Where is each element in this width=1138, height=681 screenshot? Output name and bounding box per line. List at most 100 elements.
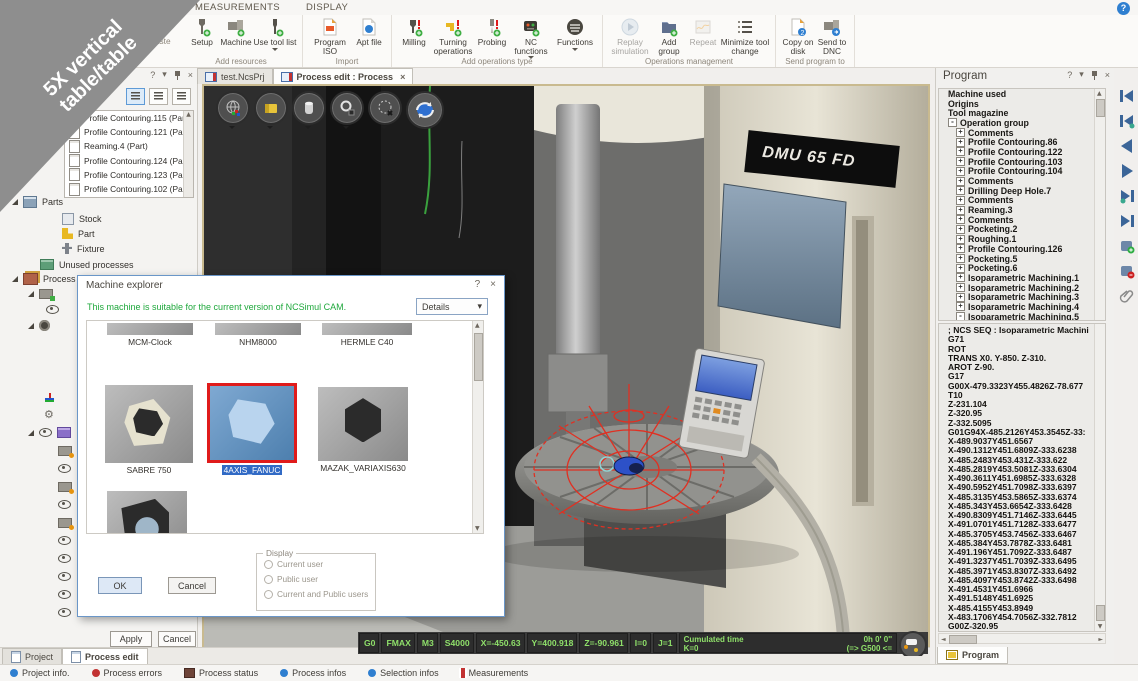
program-tree-item[interactable]: + Comments — [939, 128, 1105, 138]
operations-scrollbar[interactable]: ▲ — [183, 111, 193, 197]
send-to-dnc-button[interactable]: Send to DNC — [815, 16, 849, 55]
expanded-triangle-icon[interactable] — [28, 323, 34, 329]
section-view-button[interactable] — [292, 91, 326, 125]
machine-item[interactable]: MAZAK_VARIAXIS630 — [315, 387, 411, 473]
tab-test-ncsprj[interactable]: test.NcsPrj — [197, 68, 273, 84]
expand-icon[interactable]: + — [956, 186, 965, 195]
expand-icon[interactable]: + — [956, 293, 965, 302]
list-view-compact-button[interactable] — [172, 88, 191, 105]
tree-node-origins[interactable] — [44, 393, 55, 404]
program-tree-item[interactable]: - Isoparametric Machining.5 — [939, 312, 1105, 321]
status-process-errors[interactable]: Process errors — [92, 668, 163, 678]
probing-button[interactable]: Probing — [475, 16, 509, 47]
selection-mode-button[interactable] — [368, 91, 402, 125]
panel-help-icon[interactable]: ? — [150, 70, 155, 80]
machine-grid-scrollbar[interactable]: ▲ ▼ — [472, 321, 483, 533]
use-tool-list-button[interactable]: Use tool list — [253, 16, 297, 51]
zoom-button[interactable] — [330, 91, 364, 125]
tree-leaf[interactable] — [58, 554, 71, 563]
expand-icon[interactable]: + — [956, 244, 965, 253]
radio-current-and-public[interactable]: Current and Public users — [264, 589, 375, 599]
tree-node-visibility[interactable] — [46, 305, 59, 314]
tab-project[interactable]: Project — [2, 648, 62, 664]
milling-button[interactable]: Milling — [397, 16, 431, 47]
expanded-triangle-icon[interactable] — [28, 291, 34, 297]
tree-node-process[interactable]: Process — [12, 273, 76, 285]
tree-leaf[interactable] — [58, 572, 71, 581]
panel-menu-icon[interactable]: ▾ — [1079, 70, 1084, 80]
tree-node-machine[interactable] — [28, 289, 53, 299]
display-mode-button[interactable] — [254, 91, 288, 125]
tab-process-edit-bottom[interactable]: Process edit — [62, 648, 148, 664]
expand-icon[interactable]: + — [956, 215, 965, 224]
expanded-triangle-icon[interactable] — [12, 276, 18, 282]
expand-icon[interactable]: + — [956, 128, 965, 137]
program-tree-item[interactable]: Origins — [939, 99, 1105, 109]
program-iso-button[interactable]: Program ISO — [308, 16, 352, 55]
tree-node-fixture[interactable]: Fixture — [62, 243, 105, 254]
operation-list-item[interactable]: Profile Contouring.124 (Part) — [65, 154, 193, 168]
skip-to-start-icon[interactable] — [1119, 88, 1135, 104]
program-tree-item[interactable]: + Isoparametric Machining.4 — [939, 302, 1105, 312]
expand-icon[interactable]: + — [956, 283, 965, 292]
functions-button[interactable]: Functions — [553, 16, 597, 51]
apply-button[interactable]: Apply — [110, 631, 152, 647]
panel-close-icon[interactable]: × — [1105, 70, 1110, 80]
program-tree-item[interactable]: + Pocketing.6 — [939, 263, 1105, 273]
program-tree-item[interactable]: + Isoparametric Machining.2 — [939, 283, 1105, 293]
skip-to-end-icon[interactable] — [1119, 213, 1135, 229]
panel-close-icon[interactable]: × — [188, 70, 193, 80]
machine-button[interactable]: Machine — [219, 16, 253, 47]
radio-current-user[interactable]: Current user — [264, 559, 375, 569]
dialog-close-icon[interactable]: × — [490, 279, 496, 290]
program-tree-item[interactable]: Tool magazine — [939, 108, 1105, 118]
gcode-horizontal-scrollbar[interactable]: ◄ ► — [938, 633, 1106, 644]
tree-leaf[interactable] — [58, 590, 71, 599]
tab-display[interactable]: DISPLAY — [293, 2, 361, 13]
operation-list-item[interactable]: Profile Contouring.123 (Part) — [65, 168, 193, 182]
tree-node-part[interactable]: Part — [62, 228, 95, 239]
turning-operations-button[interactable]: Turning operations — [431, 16, 475, 55]
program-tree-item[interactable]: + Drilling Deep Hole.7 — [939, 186, 1105, 196]
expand-icon[interactable]: + — [956, 147, 965, 156]
expand-icon[interactable]: + — [956, 254, 965, 263]
panel-help-icon[interactable]: ? — [1067, 70, 1072, 80]
machine-item[interactable]: SABRE 750 — [103, 385, 195, 475]
program-tree-item[interactable]: + Profile Contouring.104 — [939, 167, 1105, 177]
program-tree-item[interactable]: + Reaming.3 — [939, 205, 1105, 215]
tree-node-unused-processes[interactable]: Unused processes — [40, 259, 134, 270]
tree-node-tools[interactable]: ⚙ — [44, 409, 54, 420]
expand-icon[interactable]: + — [956, 196, 965, 205]
expand-icon[interactable]: + — [956, 167, 965, 176]
machine-item[interactable]: MCM-Clock — [105, 323, 195, 347]
program-tree-item[interactable]: + Comments — [939, 196, 1105, 206]
operation-list-item[interactable]: Profile Contouring.102 (Part) — [65, 182, 193, 196]
step-forward-icon[interactable] — [1119, 188, 1135, 204]
ok-button[interactable]: OK — [98, 577, 142, 594]
expand-icon[interactable]: - — [956, 312, 965, 321]
program-tree-item[interactable]: + Roughing.1 — [939, 234, 1105, 244]
panel-menu-icon[interactable]: ▾ — [162, 70, 167, 80]
attachment-icon[interactable] — [1119, 288, 1135, 304]
machine-item[interactable]: DMG_DMU65-FD — [105, 491, 189, 534]
refresh-view-button[interactable] — [406, 91, 444, 129]
tree-leaf[interactable] — [58, 608, 71, 617]
help-icon[interactable]: ? — [1117, 2, 1130, 15]
program-tree-item[interactable]: + Profile Contouring.122 — [939, 147, 1105, 157]
machine-item[interactable]: HERMLE C40 — [319, 323, 415, 347]
collapse-icon[interactable]: - — [948, 118, 957, 127]
tree-leaf[interactable] — [58, 464, 71, 473]
setup-button[interactable]: Setup — [185, 16, 219, 47]
status-selection-infos[interactable]: Selection infos — [368, 668, 439, 678]
add-group-button[interactable]: Add group — [652, 16, 686, 55]
panel-pin-icon[interactable] — [1091, 71, 1098, 80]
radio-public-user[interactable]: Public user — [264, 574, 375, 584]
minimize-tool-change-button[interactable]: Minimize tool change — [720, 16, 770, 55]
dialog-cancel-button[interactable]: Cancel — [168, 577, 216, 594]
expand-icon[interactable]: + — [956, 273, 965, 282]
gcode-view[interactable]: ; NCS SEQ : Isoparametric MachiniG71ROTT… — [938, 323, 1106, 632]
stop-error-icon[interactable] — [1119, 263, 1135, 279]
operation-list-item[interactable]: Profile Contouring.121 (Part) — [65, 125, 193, 139]
program-tree-group[interactable]: - Operation group — [939, 118, 1105, 128]
expand-icon[interactable]: + — [956, 177, 965, 186]
